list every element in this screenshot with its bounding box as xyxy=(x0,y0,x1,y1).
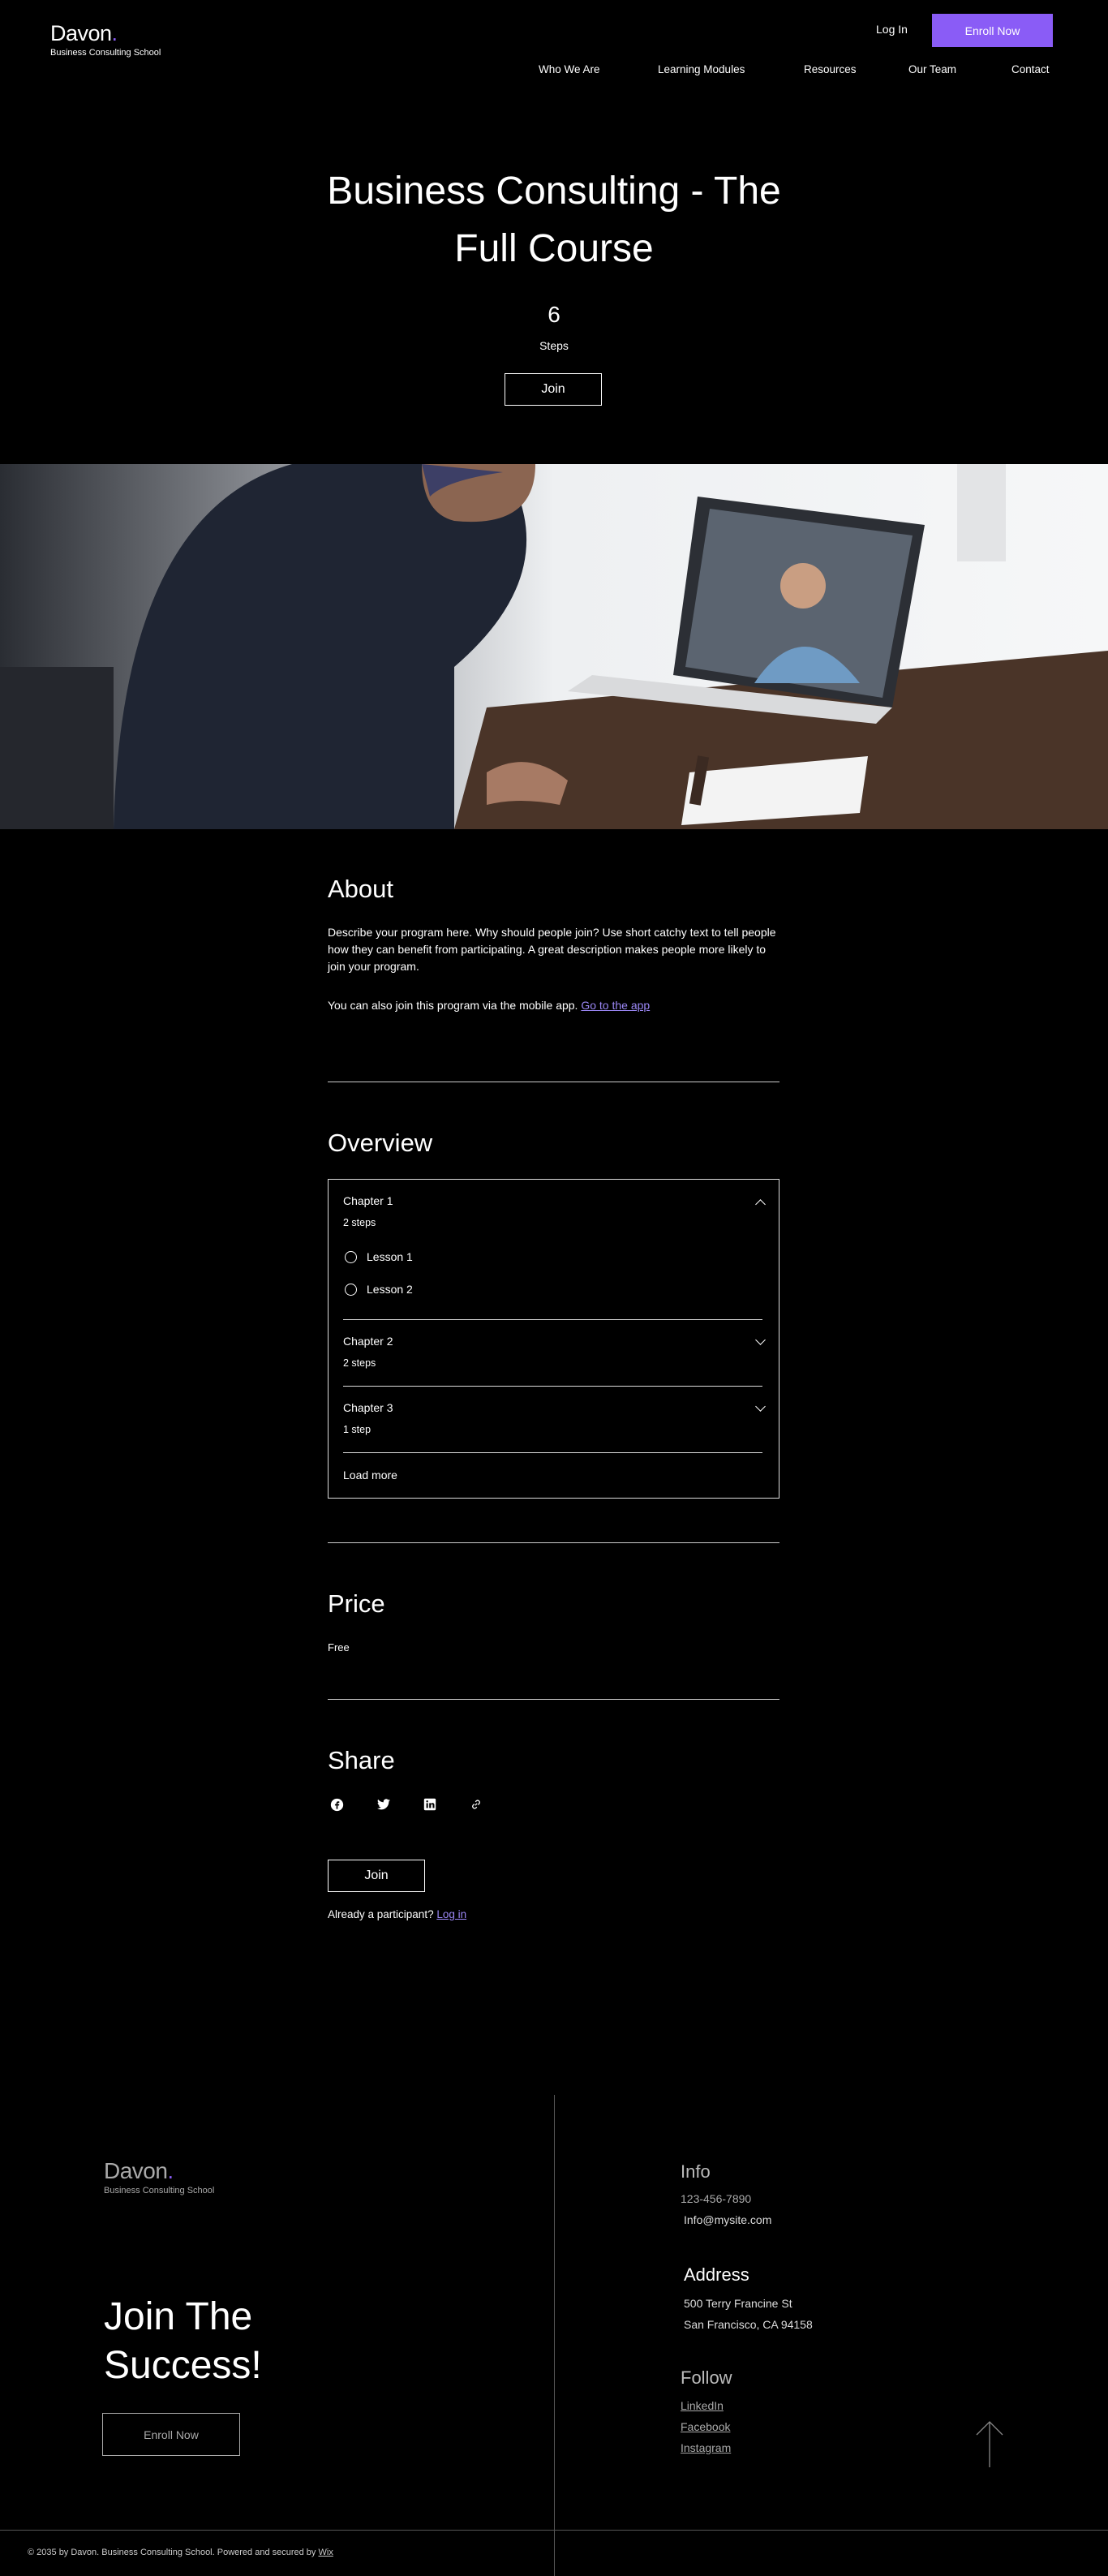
overview-chapters: Chapter 1 2 steps Lesson 1 Lesson 2 Chap… xyxy=(328,1179,779,1499)
lesson-label: Lesson 2 xyxy=(367,1283,413,1296)
nav-our-team[interactable]: Our Team xyxy=(908,63,956,75)
back-to-top-arrow-icon[interactable] xyxy=(975,2420,1004,2473)
about-app-text: You can also join this program via the m… xyxy=(328,997,782,1014)
chapter-2-title[interactable]: Chapter 2 xyxy=(343,1335,393,1348)
enroll-now-button[interactable]: Enroll Now xyxy=(932,14,1053,47)
chapter-divider xyxy=(343,1386,762,1387)
chapter-1-title[interactable]: Chapter 1 xyxy=(343,1194,393,1207)
lesson-item[interactable]: Lesson 2 xyxy=(345,1283,413,1296)
site-logo[interactable]: Davon. Business Consulting School xyxy=(50,21,161,58)
page-title-line-2: Full Course xyxy=(454,227,654,270)
chevron-down-icon[interactable] xyxy=(755,1401,766,1412)
email-address[interactable]: Info@mysite.com xyxy=(684,2213,771,2226)
footer-bottom-divider xyxy=(0,2530,1108,2531)
price-value: Free xyxy=(328,1641,350,1654)
address-line-1: 500 Terry Francine St xyxy=(684,2297,792,2310)
nav-learning-modules[interactable]: Learning Modules xyxy=(658,63,745,75)
course-hero-image xyxy=(0,464,1108,829)
share-heading: Share xyxy=(328,1746,395,1774)
footer-logo[interactable]: Davon. Business Consulting School xyxy=(104,2158,214,2195)
section-divider xyxy=(328,1699,779,1700)
phone-number: 123-456-7890 xyxy=(681,2192,752,2205)
chapter-1-steps: 2 steps xyxy=(343,1217,376,1228)
chapter-3-title[interactable]: Chapter 3 xyxy=(343,1401,393,1414)
load-more-button[interactable]: Load more xyxy=(343,1469,397,1482)
nav-who-we-are[interactable]: Who We Are xyxy=(539,63,600,75)
chapter-2-steps: 2 steps xyxy=(343,1357,376,1369)
copyright-text: © 2035 by Davon. Business Consulting Sch… xyxy=(28,2548,316,2557)
login-link[interactable]: Log In xyxy=(876,23,908,36)
chevron-up-icon[interactable] xyxy=(755,1199,766,1210)
facebook-link[interactable]: Facebook xyxy=(681,2420,730,2433)
page-title: Business Consulting - The Full Course xyxy=(311,162,797,277)
footer-logo-wordmark: Davon xyxy=(104,2158,168,2183)
about-heading: About xyxy=(328,875,394,903)
already-participant-text: Already a participant? xyxy=(328,1908,434,1920)
price-heading: Price xyxy=(328,1589,385,1618)
about-description: Describe your program here. Why should p… xyxy=(328,926,776,973)
instagram-link[interactable]: Instagram xyxy=(681,2441,731,2454)
nav-resources[interactable]: Resources xyxy=(804,63,857,75)
join-success-line-1: Join The xyxy=(104,2295,253,2338)
section-divider xyxy=(328,1542,779,1543)
chapter-divider xyxy=(343,1319,762,1320)
already-participant: Already a participant? Log in xyxy=(328,1908,466,1920)
follow-heading: Follow xyxy=(681,2367,732,2388)
overview-heading: Overview xyxy=(328,1129,433,1157)
footer-logo-subtitle: Business Consulting School xyxy=(104,2186,215,2195)
steps-count: 6 xyxy=(548,302,560,327)
chapter-3-steps: 1 step xyxy=(343,1424,371,1435)
go-to-app-link[interactable]: Go to the app xyxy=(581,999,650,1012)
lesson-label: Lesson 1 xyxy=(367,1250,413,1263)
steps-label: Steps xyxy=(539,339,569,352)
wix-link[interactable]: Wix xyxy=(319,2548,333,2557)
logo-subtitle: Business Consulting School xyxy=(50,48,161,58)
linkedin-link[interactable]: LinkedIn xyxy=(681,2399,724,2412)
join-button[interactable]: Join xyxy=(505,373,602,406)
twitter-icon[interactable] xyxy=(376,1796,392,1813)
join-success-line-2: Success! xyxy=(104,2344,262,2387)
link-icon[interactable] xyxy=(468,1796,484,1813)
lesson-status-icon xyxy=(345,1283,357,1296)
linkedin-icon[interactable] xyxy=(422,1796,438,1813)
lesson-item[interactable]: Lesson 1 xyxy=(345,1250,413,1263)
app-text: You can also join this program via the m… xyxy=(328,999,578,1012)
footer-enroll-button[interactable]: Enroll Now xyxy=(102,2413,240,2456)
login-link-bottom[interactable]: Log in xyxy=(436,1908,466,1920)
footer-logo-dot: . xyxy=(167,2159,174,2183)
address-line-2: San Francisco, CA 94158 xyxy=(684,2318,813,2331)
page-title-line-1: Business Consulting - The xyxy=(327,170,781,213)
lesson-status-icon xyxy=(345,1250,357,1263)
chapter-divider xyxy=(343,1452,762,1453)
chevron-down-icon[interactable] xyxy=(755,1335,766,1345)
address-heading: Address xyxy=(684,2264,749,2285)
nav-contact[interactable]: Contact xyxy=(1011,63,1050,75)
logo-dot: . xyxy=(111,21,118,45)
join-button-bottom[interactable]: Join xyxy=(328,1860,425,1892)
info-heading: Info xyxy=(681,2161,711,2182)
footer-vertical-divider xyxy=(554,2095,555,2576)
logo-wordmark: Davon xyxy=(50,21,112,45)
join-success-heading: Join The Success! xyxy=(104,2293,262,2390)
facebook-icon[interactable] xyxy=(329,1796,345,1813)
copyright: © 2035 by Davon. Business Consulting Sch… xyxy=(28,2548,333,2557)
